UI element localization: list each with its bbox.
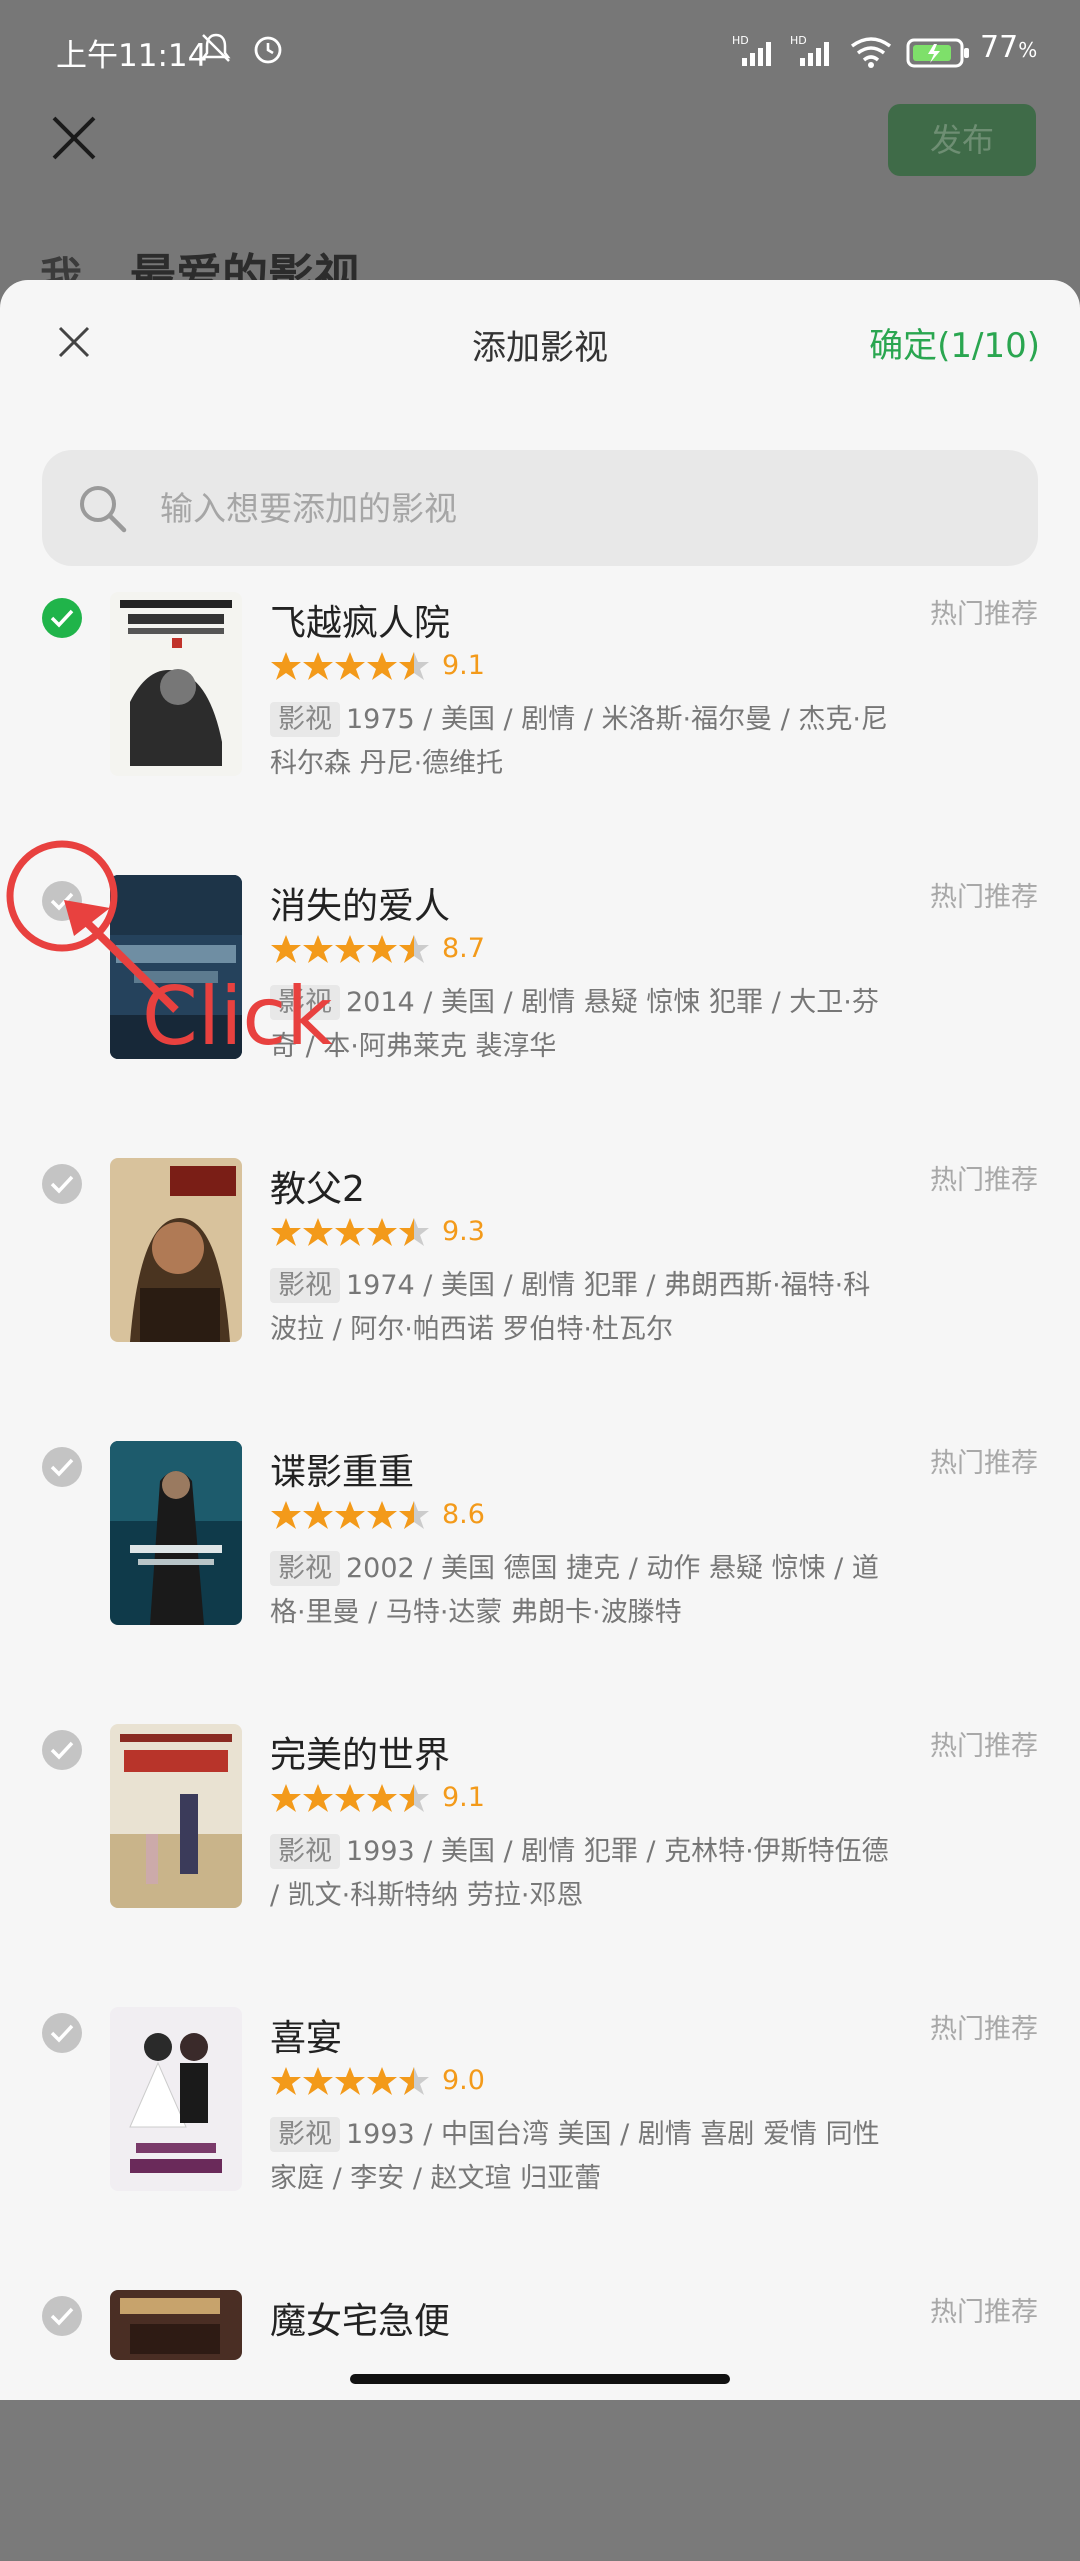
- search-bar[interactable]: [42, 450, 1038, 566]
- list-item[interactable]: 教父2 热门推荐 9.3 影视 1974 / 美国 / 剧情 犯罪 / 弗朗西斯·…: [0, 1146, 1080, 1429]
- list-item[interactable]: 消失的爱人 热门推荐 8.7 影视 2014 / 美国 / 剧情 悬疑 惊悚 犯罪…: [0, 863, 1080, 1146]
- star-rating-icon: [271, 1501, 429, 1529]
- checkmark-icon: [50, 892, 74, 911]
- checkbox-checked[interactable]: [42, 598, 82, 638]
- meta-text: 2014 / 美国 / 剧情 悬疑 惊悚 犯罪 / 大卫·芬奇 / 本·阿弗莱克…: [270, 987, 879, 1062]
- meta-text: 1974 / 美国 / 剧情 犯罪 / 弗朗西斯·福特·科波拉 / 阿尔·帕西诺…: [270, 1270, 871, 1345]
- recommend-tag: 热门推荐: [930, 2297, 1038, 2328]
- movie-poster: [110, 2007, 242, 2191]
- checkmark-icon: [50, 2307, 74, 2326]
- rating-score: 9.1: [442, 650, 485, 681]
- checkmark-icon: [50, 1458, 74, 1477]
- meta-text: 1993 / 中国台湾 美国 / 剧情 喜剧 爱情 同性 家庭 / 李安 / 赵…: [270, 2119, 880, 2194]
- confirm-button[interactable]: 确定(1/10): [869, 318, 1040, 367]
- checkmark-icon: [50, 1741, 74, 1760]
- movie-poster: [110, 2290, 242, 2360]
- checkbox-unchecked[interactable]: [42, 881, 82, 921]
- status-bar: 上午11:14 HD HD 77%: [0, 0, 1080, 100]
- kind-badge: 影视: [270, 2117, 340, 2152]
- movie-meta: 影视 1974 / 美国 / 剧情 犯罪 / 弗朗西斯·福特·科波拉 / 阿尔·帕…: [270, 1264, 890, 1352]
- movie-meta: 影视 1993 / 美国 / 剧情 犯罪 / 克林特·伊斯特伍德 / 凯文·科斯特…: [270, 1830, 890, 1918]
- recommend-tag: 热门推荐: [930, 1165, 1038, 1196]
- status-time: 上午11:14: [56, 38, 208, 74]
- movie-poster: [110, 1158, 242, 1342]
- battery-percentage: 77%: [980, 30, 1038, 65]
- movie-title: 谍影重重: [270, 1452, 415, 1493]
- list-item[interactable]: 谍影重重 热门推荐 8.6 影视 2002 / 美国 德国 捷克 / 动作 悬疑 …: [0, 1429, 1080, 1712]
- recommend-tag: 热门推荐: [930, 1448, 1038, 1479]
- star-rating-icon: [271, 1218, 429, 1246]
- list-item[interactable]: 魔女宅急便 热门推荐: [0, 2278, 1080, 2561]
- meta-text: 2002 / 美国 德国 捷克 / 动作 悬疑 惊悚 / 道格·里曼 / 马特·…: [270, 1553, 879, 1628]
- movie-title: 魔女宅急便: [270, 2301, 451, 2342]
- star-rating-icon: [271, 935, 429, 963]
- signal-icon: HD: [732, 34, 771, 66]
- wifi-icon: [850, 37, 892, 68]
- rating-score: 9.3: [442, 1216, 485, 1247]
- background-page: 上午11:14 HD HD 77% 发布 我 最爱的影视: [0, 0, 1080, 303]
- checkmark-icon: [50, 609, 74, 628]
- movie-poster: [110, 1441, 242, 1625]
- home-indicator[interactable]: [350, 2374, 730, 2384]
- list-item[interactable]: 喜宴 热门推荐 9.0 影视 1993 / 中国台湾 美国 / 剧情 喜剧 爱情 …: [0, 1995, 1080, 2278]
- search-input[interactable]: [158, 482, 1022, 534]
- rating-score: 8.6: [442, 1499, 485, 1530]
- kind-badge: 影视: [270, 1551, 340, 1586]
- star-rating-icon: [271, 2067, 429, 2095]
- movie-meta: 影视 1975 / 美国 / 剧情 / 米洛斯·福尔曼 / 杰克·尼科尔森 丹尼·…: [270, 698, 890, 786]
- mute-bell-icon: [201, 33, 231, 62]
- movie-title: 喜宴: [270, 2018, 343, 2059]
- kind-badge: 影视: [270, 1268, 340, 1303]
- svg-text:HD: HD: [790, 34, 807, 47]
- movie-meta: 影视 2002 / 美国 德国 捷克 / 动作 悬疑 惊悚 / 道格·里曼 / 马…: [270, 1547, 890, 1635]
- svg-text:HD: HD: [732, 34, 749, 47]
- movie-title: 飞越疯人院: [270, 603, 451, 644]
- movie-poster: [110, 875, 242, 1059]
- signal-icon-2: HD: [790, 34, 829, 66]
- checkbox-unchecked[interactable]: [42, 1164, 82, 1204]
- movie-poster: [110, 592, 242, 776]
- movie-meta: 影视 2014 / 美国 / 剧情 悬疑 惊悚 犯罪 / 大卫·芬奇 / 本·阿弗…: [270, 981, 890, 1069]
- kind-badge: 影视: [270, 985, 340, 1020]
- publish-button[interactable]: 发布: [888, 104, 1036, 176]
- rating-score: 9.0: [442, 2065, 485, 2096]
- checkbox-unchecked[interactable]: [42, 2013, 82, 2053]
- kind-badge: 影视: [270, 702, 340, 737]
- star-rating-icon: [271, 1784, 429, 1812]
- checkmark-icon: [50, 2024, 74, 2043]
- kind-badge: 影视: [270, 1834, 340, 1869]
- recommend-tag: 热门推荐: [930, 1731, 1038, 1762]
- battery-icon: [906, 38, 969, 68]
- search-icon: [80, 486, 127, 533]
- recommend-tag: 热门推荐: [930, 599, 1038, 630]
- checkbox-unchecked[interactable]: [42, 1447, 82, 1487]
- alarm-icon: [254, 36, 282, 64]
- recommend-tag: 热门推荐: [930, 2014, 1038, 2045]
- movie-title: 消失的爱人: [270, 886, 451, 927]
- close-icon[interactable]: [48, 112, 100, 164]
- rating-score: 8.7: [442, 933, 485, 964]
- checkmark-icon: [50, 1175, 74, 1194]
- rating-score: 9.1: [442, 1782, 485, 1813]
- movie-meta: 影视 1993 / 中国台湾 美国 / 剧情 喜剧 爱情 同性 家庭 / 李安 /…: [270, 2113, 890, 2201]
- add-movie-sheet: 添加影视 确定(1/10) 飞越疯人院 热门推荐: [0, 280, 1080, 2400]
- recommend-tag: 热门推荐: [930, 882, 1038, 913]
- list-item[interactable]: 完美的世界 热门推荐 9.1 影视 1993 / 美国 / 剧情 犯罪 / 克林特…: [0, 1712, 1080, 1995]
- meta-text: 1993 / 美国 / 剧情 犯罪 / 克林特·伊斯特伍德 / 凯文·科斯特纳 …: [270, 1836, 889, 1911]
- checkbox-unchecked[interactable]: [42, 2296, 82, 2336]
- movie-title: 教父2: [270, 1169, 365, 1210]
- checkbox-unchecked[interactable]: [42, 1730, 82, 1770]
- meta-text: 1975 / 美国 / 剧情 / 米洛斯·福尔曼 / 杰克·尼科尔森 丹尼·德维…: [270, 704, 888, 779]
- movie-title: 完美的世界: [270, 1735, 451, 1776]
- list-item[interactable]: 飞越疯人院 热门推荐 9.1 影视 1975 / 美国 / 剧情 / 米洛斯·福尔…: [0, 580, 1080, 863]
- movie-poster: [110, 1724, 242, 1908]
- star-rating-icon: [271, 652, 429, 680]
